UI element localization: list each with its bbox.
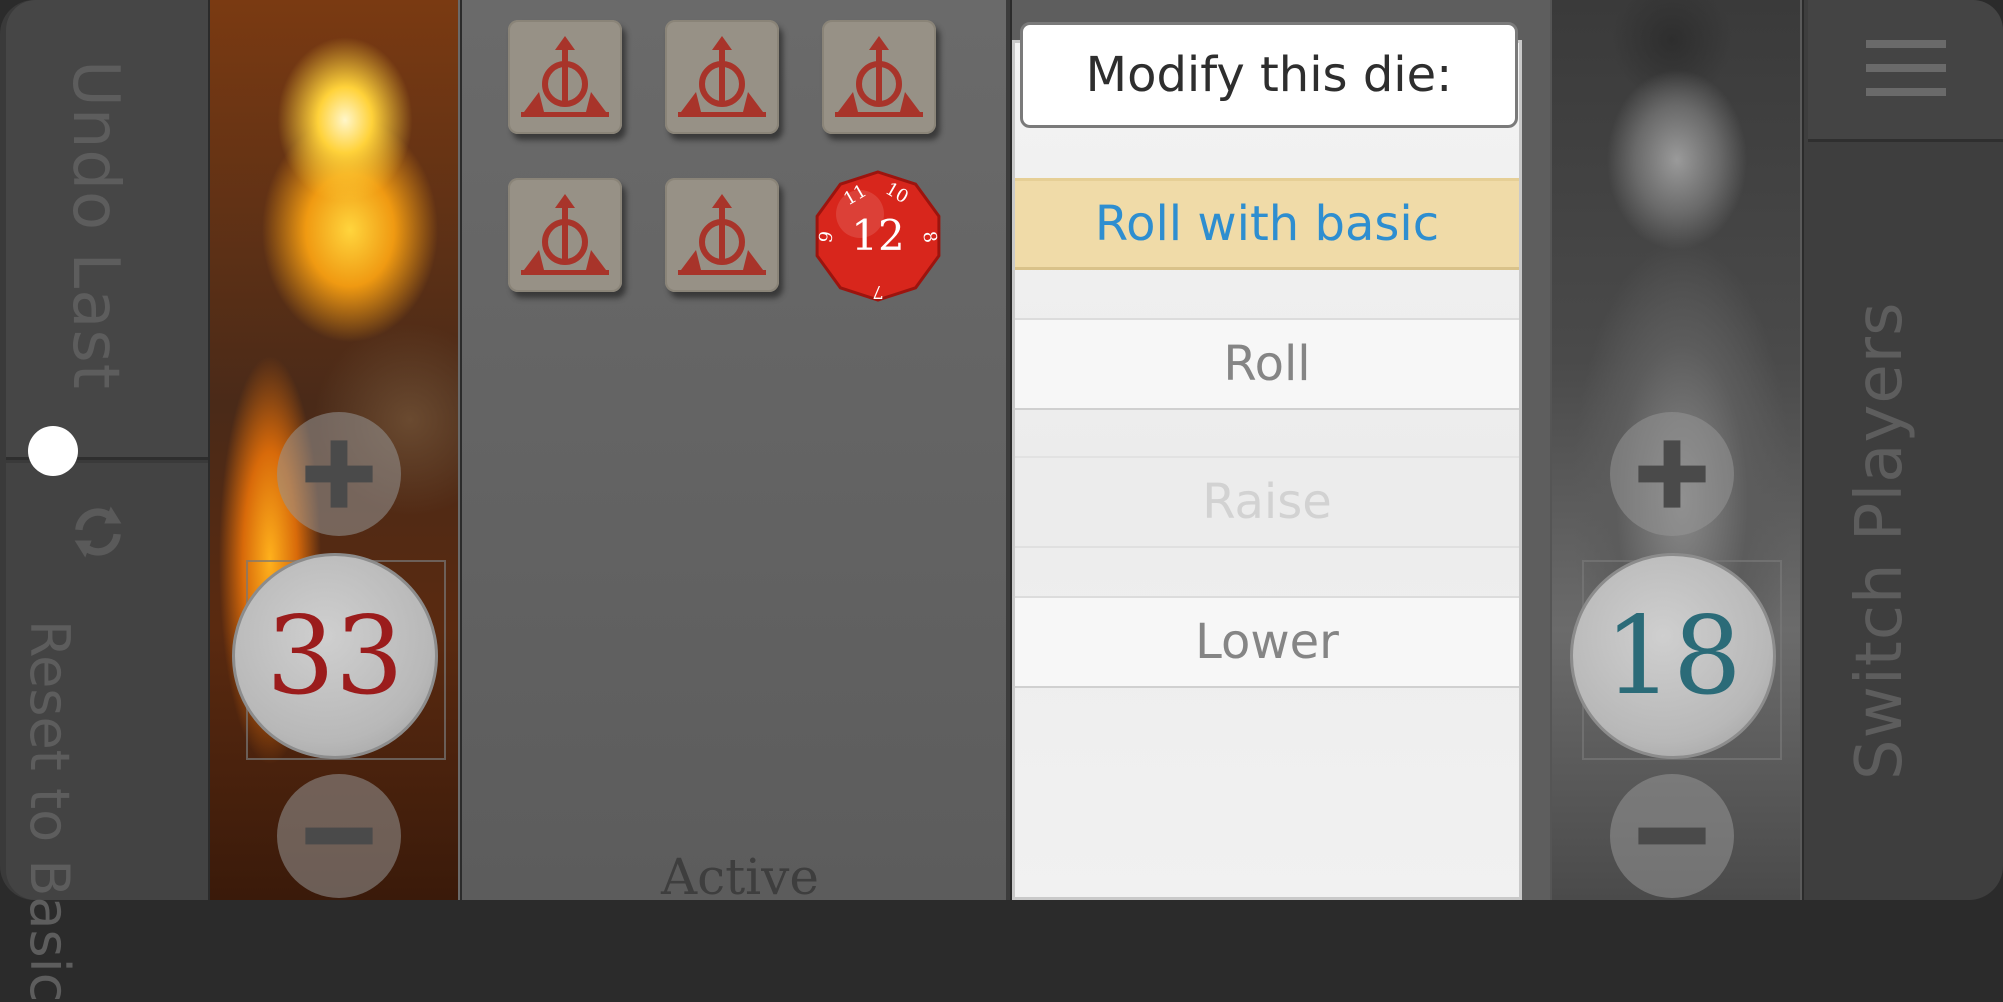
basic-die[interactable]	[665, 20, 779, 134]
basic-die[interactable]	[508, 20, 622, 134]
plus-icon	[305, 440, 373, 508]
option-lower[interactable]: Lower	[1015, 596, 1519, 688]
minus-icon	[1638, 827, 1706, 845]
d12-face-value: 12	[851, 211, 904, 260]
undo-last-label: Undo Last	[58, 60, 132, 390]
dice-tray	[462, 0, 1010, 900]
player2-increase-button[interactable]	[1610, 412, 1734, 536]
basic-die[interactable]	[508, 178, 622, 292]
cycle-arrows-icon	[64, 498, 132, 566]
player1-increase-button[interactable]	[277, 412, 401, 536]
basic-die-symbol-icon	[678, 194, 766, 275]
d12-die[interactable]: 12 11 10 9 8 7	[810, 168, 946, 304]
basic-die[interactable]	[665, 178, 779, 292]
basic-die-symbol-icon	[835, 36, 923, 117]
player2-life-counter: 18	[1570, 553, 1776, 759]
reset-to-basic-label: Reset to Basic	[18, 620, 81, 1002]
switch-players-button[interactable]: Switch Players	[1840, 302, 1920, 780]
player1-decrease-button[interactable]	[277, 774, 401, 898]
option-roll[interactable]: Roll	[1015, 318, 1519, 410]
plus-icon	[1638, 440, 1706, 508]
basic-die-symbol-icon	[521, 36, 609, 117]
player1-life-counter: 33	[232, 553, 438, 759]
drawer-handle-dot[interactable]	[28, 426, 78, 476]
hamburger-menu-icon	[1865, 39, 1946, 96]
menu-button[interactable]	[1808, 0, 2003, 142]
modify-panel-title: Modify this die:	[1020, 22, 1518, 128]
player2-life-value: 18	[1604, 593, 1742, 719]
option-roll-with-basic[interactable]: Roll with basic	[1015, 178, 1519, 270]
minus-icon	[305, 827, 373, 845]
basic-die-symbol-icon	[678, 36, 766, 117]
player1-life-value: 33	[266, 593, 404, 719]
player2-decrease-button[interactable]	[1610, 774, 1734, 898]
basic-die[interactable]	[822, 20, 936, 134]
tray-status-label: Active	[660, 848, 820, 906]
basic-die-symbol-icon	[521, 194, 609, 275]
option-raise: Raise	[1015, 456, 1519, 548]
d12-side-value: 7	[872, 281, 883, 302]
